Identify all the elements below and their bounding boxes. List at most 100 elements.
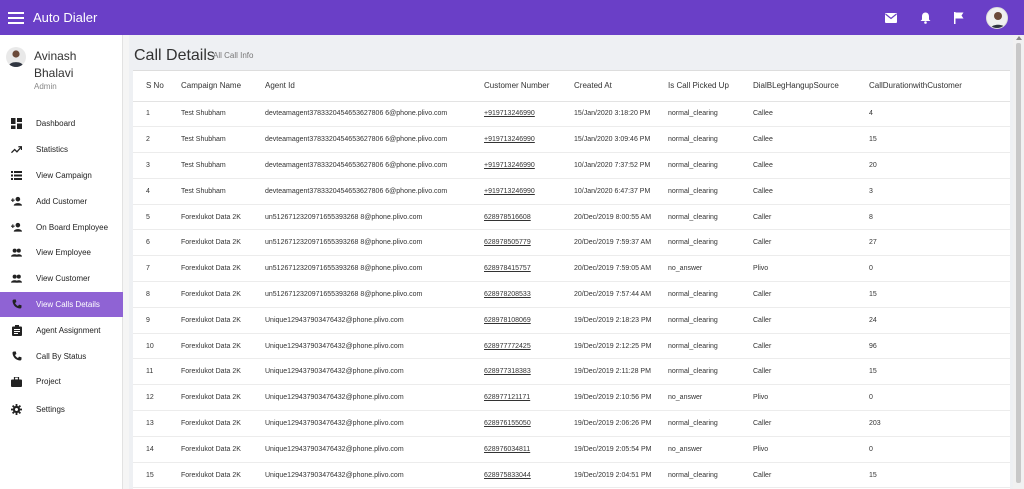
avatar — [6, 47, 26, 67]
table-cell: Caller — [740, 307, 856, 334]
customer-number-link[interactable]: 628978415757 — [484, 265, 531, 272]
table-cell: normal_clearing — [655, 281, 740, 308]
table-cell: Caller — [740, 281, 856, 308]
table-cell: Forexlukot Data 2K — [168, 255, 252, 283]
customer-number-cell: 628978516608 — [471, 204, 561, 231]
customer-number-link[interactable]: 628977121171 — [484, 394, 530, 401]
table-row: 2 Test Shubham devteamagent378332045465362… — [133, 126, 1010, 154]
table-cell: 8 — [856, 204, 1010, 231]
customer-number-link[interactable]: 628978208533 — [484, 291, 531, 298]
sidebar-item-label: Dashboard — [36, 119, 76, 129]
table-cell: Caller — [740, 333, 856, 360]
table-cell: 203 — [856, 410, 1010, 437]
sidebar-item-view-calls-details[interactable]: View Calls Details — [0, 291, 123, 318]
table-cell: Forexlukot Data 2K — [168, 204, 252, 231]
sidebar-nav: Dashboard Statistics View Campaign Add Cust… — [0, 111, 123, 423]
table-cell: devteamagent3783320454653627806 6@phone.… — [252, 152, 471, 179]
sidebar-item-label: View Employee — [36, 248, 91, 258]
briefcase-icon — [11, 376, 22, 387]
scroll-up-icon[interactable] — [1016, 36, 1022, 40]
table-cell: normal_clearing — [655, 204, 740, 231]
table-cell: 2 — [133, 126, 168, 154]
top-app-bar: Auto Dialer — [0, 0, 1024, 35]
table-cell: 20/Dec/2019 7:57:44 AM — [561, 281, 655, 308]
flag-icon[interactable] — [952, 11, 966, 25]
sidebar-item-agent-assignment[interactable]: Agent Assignment — [0, 317, 123, 343]
customer-number-link[interactable]: +919713246990 — [484, 162, 535, 169]
sidebar-item-statistics[interactable]: Statistics — [0, 137, 123, 163]
table-cell: Test Shubham — [168, 126, 252, 154]
customer-number-link[interactable]: 628977772425 — [484, 343, 531, 350]
customer-number-cell: +919713246990 — [471, 101, 561, 128]
mail-icon[interactable] — [884, 11, 898, 25]
table-cell: 4 — [856, 101, 1010, 128]
table-cell: no_answer — [655, 384, 740, 412]
sidebar-item-project[interactable]: Project — [0, 369, 123, 395]
customer-number-cell: 628977318383 — [471, 358, 561, 386]
sidebar-item-view-employee[interactable]: View Employee — [0, 240, 123, 266]
table-cell: Plivo — [740, 436, 856, 463]
table-cell: 19/Dec/2019 2:06:26 PM — [561, 410, 655, 437]
top-actions — [864, 0, 1008, 35]
customer-number-link[interactable]: 628976034811 — [484, 446, 530, 453]
sidebar: Avinash Bhalavi Admin Dashboard Statistic… — [0, 35, 123, 489]
table-cell: Test Shubham — [168, 101, 252, 128]
sidebar-item-add-customer[interactable]: Add Customer — [0, 188, 123, 214]
table-cell: 20/Dec/2019 7:59:37 AM — [561, 229, 655, 257]
table-row: 13 Forexlukot Data 2K Unique12943790347643… — [133, 410, 1010, 437]
customer-number-link[interactable]: 628976155050 — [484, 420, 531, 427]
page-scrollbar[interactable] — [1013, 35, 1024, 489]
sidebar-item-view-campaign[interactable]: View Campaign — [0, 163, 123, 189]
table-row: 15 Forexlukot Data 2K Unique12943790347643… — [133, 462, 1010, 489]
customer-number-cell: 628977121171 — [471, 384, 561, 412]
customer-number-link[interactable]: 628977318383 — [484, 368, 531, 375]
table-cell: 20 — [856, 152, 1010, 179]
customer-number-cell: 628978208533 — [471, 281, 561, 308]
bell-icon[interactable] — [918, 11, 932, 25]
table-cell: 3 — [856, 178, 1010, 205]
table-cell: 15 — [133, 462, 168, 489]
table-row: 11 Forexlukot Data 2K Unique12943790347643… — [133, 358, 1010, 386]
customer-number-link[interactable]: 628978516608 — [484, 214, 531, 221]
menu-icon[interactable] — [8, 11, 24, 24]
customer-number-link[interactable]: +919713246990 — [484, 110, 535, 117]
table-cell: 19/Dec/2019 2:18:23 PM — [561, 307, 655, 334]
sidebar-item-on-board-employee[interactable]: On Board Employee — [0, 214, 123, 240]
table-cell: Forexlukot Data 2K — [168, 281, 252, 308]
table-cell: 15 — [856, 281, 1010, 308]
sidebar-item-label: View Customer — [36, 274, 91, 284]
table-cell: devteamagent3783320454653627806 6@phone.… — [252, 126, 471, 154]
sidebar-item-dashboard[interactable]: Dashboard — [0, 111, 123, 137]
page-subtitle: All Call Info — [213, 51, 254, 60]
table-cell: un5126712320971655393268 8@phone.plivo.c… — [252, 255, 471, 283]
customer-number-link[interactable]: 628975833044 — [484, 472, 531, 479]
sidebar-item-label: On Board Employee — [36, 222, 109, 232]
trending-up-icon — [11, 144, 22, 155]
list-icon — [11, 170, 22, 181]
table-row: 10 Forexlukot Data 2K Unique12943790347643… — [133, 333, 1010, 360]
customer-number-link[interactable]: 628978505779 — [484, 239, 531, 246]
table-cell: normal_clearing — [655, 307, 740, 334]
column-header: Created At — [561, 71, 655, 102]
profile-name: Avinash Bhalavi — [34, 49, 77, 80]
sidebar-item-view-customer[interactable]: View Customer — [0, 266, 123, 292]
table-cell: normal_clearing — [655, 229, 740, 257]
table-cell: Caller — [740, 229, 856, 257]
table-cell: 96 — [856, 333, 1010, 360]
customer-number-cell: 628976034811 — [471, 436, 561, 463]
sidebar-item-call-by-status[interactable]: Call By Status — [0, 343, 123, 369]
sidebar-item-settings[interactable]: Settings — [0, 397, 123, 423]
customer-number-link[interactable]: +919713246990 — [484, 188, 535, 195]
table-cell: Unique129437903476432@phone.plivo.com — [252, 358, 471, 386]
scrollbar-thumb[interactable] — [1016, 43, 1021, 483]
table-cell: Unique129437903476432@phone.plivo.com — [252, 462, 471, 489]
table-cell: Plivo — [740, 384, 856, 412]
customer-number-link[interactable]: 628978108069 — [484, 317, 531, 324]
sidebar-item-label: Statistics — [36, 145, 69, 155]
customer-number-cell: 628978505779 — [471, 229, 561, 257]
sidebar-item-label: Agent Assignment — [36, 325, 101, 335]
user-avatar[interactable] — [986, 6, 1008, 29]
column-header: Campaign Name — [168, 71, 252, 102]
customer-number-link[interactable]: +919713246990 — [484, 136, 535, 143]
column-header: S No — [133, 71, 168, 102]
